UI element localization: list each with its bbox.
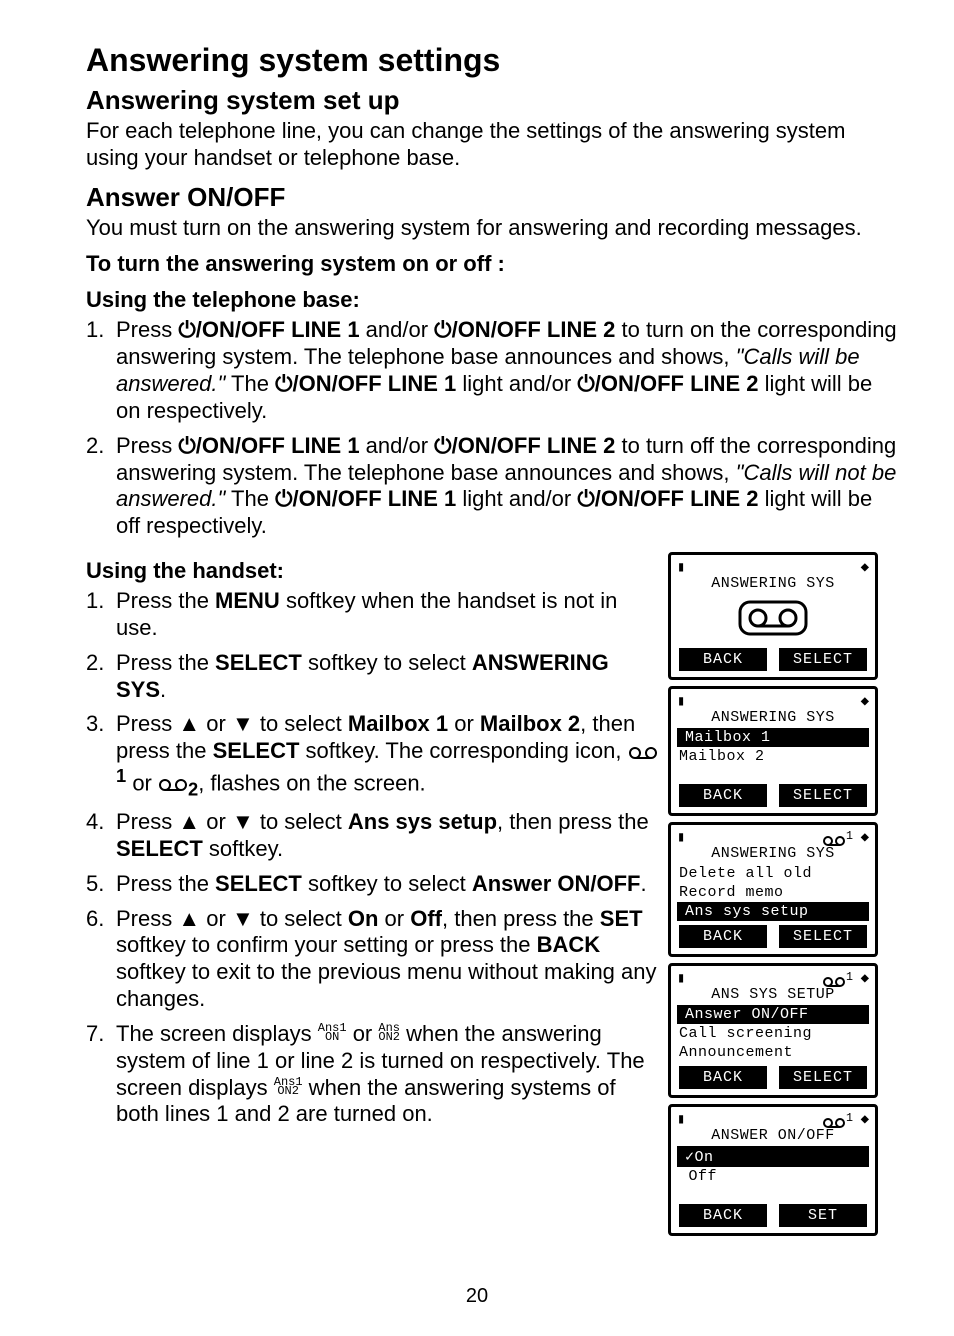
screen-illustrations: ▮ ◆ ANSWERING SYS BACK SELECT ▮ ◆ ANSWERIN… bbox=[668, 548, 898, 1242]
handset-steps: 1. Press the MENU softkey when the hands… bbox=[86, 588, 658, 1128]
softkey-select: SELECT bbox=[779, 784, 867, 807]
lcd-screen-1: ▮ ◆ ANSWERING SYS BACK SELECT bbox=[668, 552, 878, 680]
section-setup-body: For each telephone line, you can change … bbox=[86, 118, 898, 172]
lcd-title: ANSWERING SYS bbox=[671, 707, 875, 728]
lcd-screen-2: ▮ ◆ ANSWERING SYS Mailbox 1 Mailbox 2 BAC… bbox=[668, 686, 878, 816]
lcd-line: Record memo bbox=[671, 883, 875, 902]
battery-icon: ▮ bbox=[677, 829, 685, 843]
power-icon: ⏻ bbox=[434, 317, 451, 342]
section-setup-heading: Answering system set up bbox=[86, 85, 898, 116]
tape-icon: 1 bbox=[822, 1111, 853, 1132]
updown-icon: ◆ bbox=[861, 1111, 869, 1125]
softkey-set: SET bbox=[779, 1204, 867, 1227]
handset-step-4: 4. Press ▲ or ▼ to select Ans sys setup,… bbox=[86, 809, 658, 863]
power-icon: ⏻ bbox=[577, 371, 594, 396]
battery-icon: ▮ bbox=[677, 693, 685, 707]
softkey-back: BACK bbox=[679, 648, 767, 671]
softkey-back: BACK bbox=[679, 925, 767, 948]
lcd-title: ANSWERING SYS bbox=[671, 573, 875, 594]
tape-icon: 1 bbox=[822, 970, 853, 991]
triangle-down-icon: ▼ bbox=[232, 906, 254, 931]
ans-on-icon: Ans1ON2 bbox=[274, 1078, 303, 1096]
softkey-select: SELECT bbox=[779, 1066, 867, 1089]
tape-icon: 1 bbox=[822, 829, 853, 850]
base-step-2: 2. Press ⏻/ON/OFF LINE 1 and/or ⏻/ON/OFF… bbox=[86, 433, 898, 540]
lcd-line: Delete all old bbox=[671, 864, 875, 883]
softkey-back: BACK bbox=[679, 784, 767, 807]
battery-icon: ▮ bbox=[677, 970, 685, 984]
subheading-turn-on-off: To turn the answering system on or off : bbox=[86, 251, 898, 277]
updown-icon: ◆ bbox=[861, 970, 869, 984]
handset-step-3: 3. Press ▲ or ▼ to select Mailbox 1 or M… bbox=[86, 711, 658, 801]
triangle-up-icon: ▲ bbox=[178, 809, 200, 834]
triangle-down-icon: ▼ bbox=[232, 809, 254, 834]
softkey-select: SELECT bbox=[779, 925, 867, 948]
lcd-screen-5: ▮◆ 1 ANSWER ON/OFF ✓On Off BACK SET bbox=[668, 1104, 878, 1236]
power-icon: ⏻ bbox=[178, 317, 195, 342]
power-icon: ⏻ bbox=[178, 433, 195, 458]
lcd-line: Mailbox 1 bbox=[677, 728, 869, 747]
lcd-line: Mailbox 2 bbox=[671, 747, 875, 766]
ans-on-icon: AnsON2 bbox=[378, 1024, 400, 1042]
lcd-screen-3: ▮◆ 1 ANSWERING SYS Delete all old Record… bbox=[668, 822, 878, 957]
lcd-line: Call screening bbox=[671, 1024, 875, 1043]
handset-step-5: 5. Press the SELECT softkey to select An… bbox=[86, 871, 658, 898]
base-step-1: 1. Press ⏻/ON/OFF LINE 1 and/or ⏻/ON/OFF… bbox=[86, 317, 898, 424]
lcd-line: Announcement bbox=[671, 1043, 875, 1062]
tape-icon bbox=[158, 778, 188, 792]
lcd-line: ✓On bbox=[677, 1146, 869, 1167]
power-icon: ⏻ bbox=[434, 433, 451, 458]
section-onoff-heading: Answer ON/OFF bbox=[86, 182, 898, 213]
ans-on-icon: Ans1ON bbox=[318, 1024, 347, 1042]
power-icon: ⏻ bbox=[275, 371, 292, 396]
softkey-back: BACK bbox=[679, 1066, 767, 1089]
handset-step-6: 6. Press ▲ or ▼ to select On or Off, the… bbox=[86, 906, 658, 1013]
page-number: 20 bbox=[0, 1285, 954, 1308]
softkey-select: SELECT bbox=[779, 648, 867, 671]
battery-icon: ▮ bbox=[677, 559, 685, 573]
triangle-down-icon: ▼ bbox=[232, 711, 254, 736]
lcd-line: Off bbox=[671, 1167, 875, 1186]
base-steps: 1. Press ⏻/ON/OFF LINE 1 and/or ⏻/ON/OFF… bbox=[86, 317, 898, 540]
subheading-using-base: Using the telephone base: bbox=[86, 287, 898, 313]
handset-step-7: 7. The screen displays Ans1ON or AnsON2 … bbox=[86, 1021, 658, 1128]
section-onoff-body: You must turn on the answering system fo… bbox=[86, 215, 898, 242]
handset-step-2: 2. Press the SELECT softkey to select AN… bbox=[86, 650, 658, 704]
page-title: Answering system settings bbox=[86, 42, 898, 79]
updown-icon: ◆ bbox=[861, 693, 869, 707]
power-icon: ⏻ bbox=[577, 486, 594, 511]
triangle-up-icon: ▲ bbox=[178, 906, 200, 931]
lcd-line: Answer ON/OFF bbox=[677, 1005, 869, 1024]
battery-icon: ▮ bbox=[677, 1111, 685, 1125]
lcd-screen-4: ▮◆ 1 ANS SYS SETUP Answer ON/OFF Call sc… bbox=[668, 963, 878, 1098]
lcd-line: Ans sys setup bbox=[677, 902, 869, 921]
subheading-using-handset: Using the handset: bbox=[86, 558, 658, 584]
handset-step-1: 1. Press the MENU softkey when the hands… bbox=[86, 588, 658, 642]
tape-icon bbox=[628, 746, 658, 760]
tape-icon bbox=[738, 600, 808, 636]
triangle-up-icon: ▲ bbox=[178, 711, 200, 736]
power-icon: ⏻ bbox=[275, 486, 292, 511]
softkey-back: BACK bbox=[679, 1204, 767, 1227]
updown-icon: ◆ bbox=[861, 559, 869, 573]
updown-icon: ◆ bbox=[861, 829, 869, 843]
